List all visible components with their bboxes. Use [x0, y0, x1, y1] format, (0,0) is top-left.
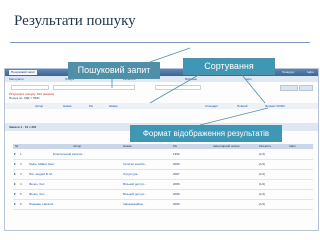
expand-arrow-icon[interactable]: ▸: [14, 182, 16, 186]
format-marc[interactable]: Формат MARC: [265, 104, 285, 108]
row-title[interactable]: Технічні засоби...: [123, 162, 147, 166]
col-inventory: Інвентарний номер: [213, 144, 240, 148]
action-thesaurus[interactable]: Тезаурус: [280, 70, 296, 75]
col-author[interactable]: Автор: [73, 144, 81, 148]
criteria-text: Пошук по: УДК = ПМС: [9, 96, 40, 100]
filter-select[interactable]: [155, 85, 201, 90]
sort-year[interactable]: Рік: [89, 104, 93, 108]
row-title[interactable]: Вільний доступ...: [123, 182, 147, 186]
table-row[interactable]: ▸ 1 Електронний каталог... 1992 (1/1): [13, 150, 313, 160]
table-row[interactable]: ▸ 6 Панкова, Наталія Інформаційна... 200…: [13, 200, 313, 210]
format-full[interactable]: Повний: [237, 104, 247, 108]
row-count: (1/1): [259, 162, 266, 166]
row-author[interactable]: Фечко, Хел: [29, 192, 44, 196]
row-title[interactable]: Електронний каталог...: [53, 152, 85, 156]
reset-button[interactable]: [299, 85, 313, 91]
expand-arrow-icon[interactable]: ▸: [14, 172, 16, 176]
expand-arrow-icon[interactable]: ▸: [14, 192, 16, 196]
slide-title: Результати пошуку: [14, 13, 136, 29]
row-author[interactable]: Фечко, Хел: [29, 182, 44, 186]
row-year: 2007: [173, 172, 180, 176]
table-row[interactable]: ▸ 3 Пат. Андрій В. М. Структура... 2007 …: [13, 170, 313, 180]
row-number: 1: [20, 152, 22, 156]
expand-arrow-icon[interactable]: ▸: [14, 152, 16, 156]
row-number: 4: [20, 182, 22, 186]
search-results-screenshot: Пошуковий запит Матеріали до запиту Вибр…: [4, 68, 319, 231]
subnav-selected[interactable]: Вибране: [185, 77, 197, 81]
table-row[interactable]: ▸ 2 Левін, Майкл Кент Технічні засоби...…: [13, 160, 313, 170]
row-year: 2006: [173, 162, 180, 166]
sort-code[interactable]: Шифр: [109, 104, 118, 108]
col-info: Інфо: [289, 144, 296, 148]
row-number: 6: [20, 202, 22, 206]
sort-format-bar: Автор Назва Рік Шифр Стандарт Повний Фор…: [5, 103, 318, 109]
row-number: 3: [20, 172, 22, 176]
search-input-2[interactable]: [53, 85, 135, 90]
expand-arrow-icon[interactable]: ▸: [14, 202, 16, 206]
callout-sorting: Сортування: [183, 58, 275, 75]
go-button[interactable]: [280, 85, 298, 91]
sort-author[interactable]: Автор: [35, 104, 43, 108]
row-number: 2: [20, 162, 22, 166]
row-year: 1992: [173, 152, 180, 156]
format-standard[interactable]: Стандарт: [205, 104, 218, 108]
col-year[interactable]: Рік: [173, 144, 177, 148]
row-number: 5: [20, 192, 22, 196]
sub-navigation: Матеріали Пошук Каталоги Вибране Інфо: [5, 76, 318, 82]
pager-text: Записи 1 - 10 з 391: [9, 125, 37, 129]
expand-arrow-icon[interactable]: ▸: [14, 162, 16, 166]
subnav-materials[interactable]: Матеріали: [9, 77, 24, 81]
callout-display-format: Формат відображення результатів: [130, 125, 282, 142]
row-author[interactable]: Пат. Андрій В. М.: [29, 172, 53, 176]
row-year: 2006: [173, 202, 180, 206]
title-divider: [10, 42, 310, 43]
subnav-info[interactable]: Інфо: [245, 77, 252, 81]
table-row[interactable]: ▸ 4 Фечко, Хел Вільний доступ... 2006 (1…: [13, 180, 313, 190]
search-input[interactable]: [11, 85, 49, 90]
row-count: (1/1): [259, 182, 266, 186]
tab-search-query[interactable]: Пошуковий запит: [9, 70, 38, 75]
row-title[interactable]: Структура...: [123, 172, 140, 176]
row-title[interactable]: Інформаційна...: [123, 202, 145, 206]
table-row[interactable]: ▸ 5 Фечко, Хел Вільний доступ... 2006 (1…: [13, 190, 313, 200]
row-author[interactable]: Левін, Майкл Кент: [29, 162, 54, 166]
row-count: (1/1): [259, 172, 266, 176]
row-count: (1/1): [259, 152, 266, 156]
row-year: 2006: [173, 192, 180, 196]
row-title[interactable]: Вільний доступ...: [123, 192, 147, 196]
callout-search-query: Пошуковий запит: [68, 62, 160, 79]
col-title[interactable]: Назва: [123, 144, 131, 148]
col-count: Кількість: [259, 144, 272, 148]
results-table-header: № Автор Назва Рік Інвентарний номер Кіль…: [13, 144, 313, 149]
row-count: (1/1): [259, 202, 266, 206]
row-author[interactable]: Панкова, Наталія: [29, 202, 53, 206]
row-year: 2006: [173, 182, 180, 186]
action-info[interactable]: Інфо: [305, 70, 316, 75]
sort-title[interactable]: Назва: [63, 104, 71, 108]
col-number: №: [15, 144, 19, 148]
row-count: (1/1): [259, 192, 266, 196]
